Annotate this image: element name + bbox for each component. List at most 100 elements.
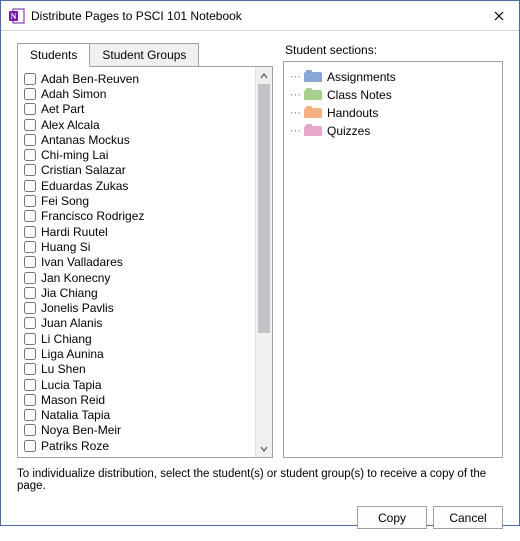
student-name: Lucia Tapia — [41, 378, 102, 392]
student-checkbox[interactable] — [24, 119, 36, 131]
scroll-up-button[interactable] — [256, 67, 272, 84]
dialog-buttons: Copy Cancel — [17, 506, 503, 533]
student-checkbox[interactable] — [24, 210, 36, 222]
student-checkbox[interactable] — [24, 195, 36, 207]
student-checkbox[interactable] — [24, 241, 36, 253]
student-checkbox[interactable] — [24, 73, 36, 85]
close-button[interactable] — [479, 1, 519, 31]
sections-label: Student sections: — [283, 43, 503, 57]
student-row[interactable]: Jan Konecny — [20, 270, 253, 285]
tree-line-icon: ⋯ — [290, 106, 304, 120]
student-name: Adah Simon — [41, 87, 106, 101]
student-name: Juan Alanis — [41, 316, 102, 330]
student-name: Alex Alcala — [41, 118, 100, 132]
tree-line-icon: ⋯ — [290, 124, 304, 138]
student-row[interactable]: Fei Song — [20, 193, 253, 208]
student-row[interactable]: Adah Simon — [20, 86, 253, 101]
student-checkbox[interactable] — [24, 409, 36, 421]
tab-student-groups[interactable]: Student Groups — [89, 43, 199, 67]
student-row[interactable]: Hardi Ruutel — [20, 224, 253, 239]
main-area: Students Student Groups Adah Ben-ReuvenA… — [17, 43, 503, 458]
student-row[interactable]: Cristian Salazar — [20, 163, 253, 178]
student-row[interactable]: Noya Ben-Meir — [20, 423, 253, 438]
student-row[interactable]: Adah Ben-Reuven — [20, 71, 253, 86]
student-name: Eduardas Zukas — [41, 179, 128, 193]
scroll-track[interactable] — [256, 84, 272, 440]
student-row[interactable]: Patriks Roze — [20, 438, 253, 453]
sections-tree[interactable]: ⋯Assignments⋯Class Notes⋯Handouts⋯Quizze… — [283, 61, 503, 458]
student-checkbox[interactable] — [24, 149, 36, 161]
student-row[interactable]: Jonelis Pavlis — [20, 300, 253, 315]
scrollbar[interactable] — [255, 67, 272, 457]
student-name: Patriks Roze — [41, 439, 109, 453]
student-checkbox[interactable] — [24, 287, 36, 299]
student-checkbox[interactable] — [24, 103, 36, 115]
student-row[interactable]: Ivan Valladares — [20, 255, 253, 270]
section-row[interactable]: ⋯Assignments — [290, 68, 496, 85]
section-tab-icon — [304, 126, 322, 136]
left-pane: Students Student Groups Adah Ben-ReuvenA… — [17, 43, 273, 458]
section-name: Handouts — [327, 106, 378, 120]
section-row[interactable]: ⋯ Handouts — [290, 104, 496, 121]
section-row[interactable]: ⋯Class Notes — [290, 86, 496, 103]
student-row[interactable]: Alex Alcala — [20, 117, 253, 132]
student-name: Hardi Ruutel — [41, 225, 108, 239]
student-checkbox[interactable] — [24, 424, 36, 436]
section-name: Quizzes — [327, 124, 370, 138]
student-name: Chi-ming Lai — [41, 148, 108, 162]
student-row[interactable]: Li Chiang — [20, 331, 253, 346]
student-name: Cristian Salazar — [41, 163, 126, 177]
student-row[interactable]: Lucia Tapia — [20, 377, 253, 392]
student-checkbox[interactable] — [24, 226, 36, 238]
tabstrip: Students Student Groups — [17, 43, 273, 67]
student-name: Jan Konecny — [41, 271, 110, 285]
student-checkbox[interactable] — [24, 134, 36, 146]
students-listbox: Adah Ben-ReuvenAdah SimonAet PartAlex Al… — [17, 66, 273, 458]
student-checkbox[interactable] — [24, 317, 36, 329]
scroll-thumb[interactable] — [258, 84, 270, 333]
student-row[interactable]: Jia Chiang — [20, 285, 253, 300]
student-checkbox[interactable] — [24, 363, 36, 375]
tab-students[interactable]: Students — [17, 43, 90, 67]
students-list[interactable]: Adah Ben-ReuvenAdah SimonAet PartAlex Al… — [18, 67, 255, 457]
student-checkbox[interactable] — [24, 256, 36, 268]
student-checkbox[interactable] — [24, 302, 36, 314]
student-checkbox[interactable] — [24, 333, 36, 345]
student-checkbox[interactable] — [24, 164, 36, 176]
student-checkbox[interactable] — [24, 272, 36, 284]
student-name: Mason Reid — [41, 393, 105, 407]
student-checkbox[interactable] — [24, 379, 36, 391]
student-checkbox[interactable] — [24, 180, 36, 192]
student-checkbox[interactable] — [24, 440, 36, 452]
student-name: Noya Ben-Meir — [41, 423, 121, 437]
student-name: Liga Aunina — [41, 347, 104, 361]
student-checkbox[interactable] — [24, 88, 36, 100]
svg-text:N: N — [11, 12, 17, 21]
student-row[interactable]: Aet Part — [20, 102, 253, 117]
titlebar: N Distribute Pages to PSCI 101 Notebook — [1, 1, 519, 31]
student-row[interactable]: Natalia Tapia — [20, 408, 253, 423]
student-name: Antanas Mockus — [41, 133, 130, 147]
student-name: Lu Shen — [41, 362, 86, 376]
student-row[interactable]: Huang Si — [20, 239, 253, 254]
student-name: Adah Ben-Reuven — [41, 72, 139, 86]
student-row[interactable]: Mason Reid — [20, 392, 253, 407]
section-tab-icon — [304, 90, 322, 100]
student-row[interactable]: Chi-ming Lai — [20, 147, 253, 162]
student-checkbox[interactable] — [24, 348, 36, 360]
student-row[interactable]: Francisco Rodrigez — [20, 209, 253, 224]
hint-text: To individualize distribution, select th… — [17, 458, 503, 506]
section-row[interactable]: ⋯ Quizzes — [290, 122, 496, 139]
student-name: Francisco Rodrigez — [41, 209, 144, 223]
tree-line-icon: ⋯ — [290, 70, 304, 84]
student-checkbox[interactable] — [24, 394, 36, 406]
student-row[interactable]: Liga Aunina — [20, 346, 253, 361]
student-row[interactable]: Juan Alanis — [20, 316, 253, 331]
scroll-down-button[interactable] — [256, 440, 272, 457]
student-row[interactable]: Eduardas Zukas — [20, 178, 253, 193]
student-row[interactable]: Lu Shen — [20, 362, 253, 377]
student-row[interactable]: Antanas Mockus — [20, 132, 253, 147]
student-name: Ivan Valladares — [41, 255, 123, 269]
window-title: Distribute Pages to PSCI 101 Notebook — [31, 9, 479, 23]
tree-line-icon: ⋯ — [290, 88, 304, 102]
